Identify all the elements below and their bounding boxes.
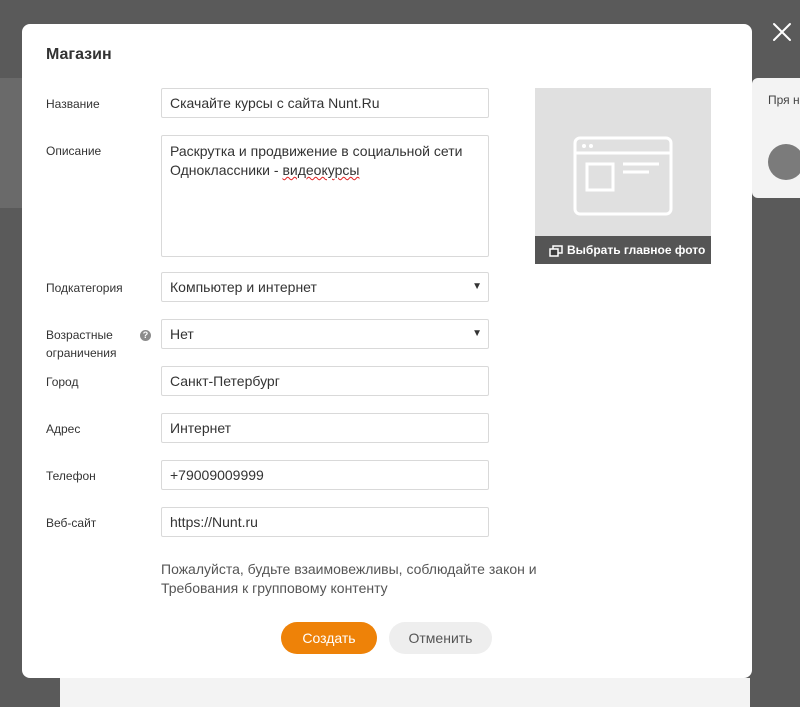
subcategory-value: Компьютер и интернет <box>170 279 317 295</box>
close-button[interactable] <box>770 20 794 44</box>
subcategory-label: Подкатегория <box>46 281 123 295</box>
background-card: Пря на са <box>752 78 800 198</box>
dropdown-arrow-icon: ▼ <box>472 328 482 339</box>
description-misspelled-word: видеокурсы <box>282 162 360 178</box>
age-label-line2: ограничения <box>46 346 117 360</box>
rules-notice-text: Пожалуйста, будьте взаимовежливы, соблюд… <box>161 561 537 577</box>
avatar <box>768 144 800 180</box>
description-textarea[interactable]: Раскрутка и продвижение в социальной сет… <box>161 135 489 257</box>
close-icon <box>773 23 791 41</box>
address-input[interactable]: Интернет <box>161 413 489 443</box>
name-input[interactable]: Скачайте курсы с сайта Nunt.Ru <box>161 88 489 118</box>
phone-input[interactable]: +79009009999 <box>161 460 489 490</box>
background-strip <box>60 678 750 707</box>
city-input[interactable]: Санкт-Петербург <box>161 366 489 396</box>
content-rules-link[interactable]: Требования к групповому контенту <box>161 580 388 596</box>
website-input[interactable]: https://Nunt.ru <box>161 507 489 537</box>
description-label: Описание <box>46 144 102 158</box>
shop-modal: Магазин Название Скачайте курсы с сайта … <box>22 24 752 678</box>
main-photo-area[interactable]: Выбрать главное фото <box>535 88 711 264</box>
age-label: Возрастные ограничения <box>46 326 116 362</box>
name-label: Название <box>46 97 100 111</box>
create-button[interactable]: Создать <box>281 622 377 654</box>
phone-label: Телефон <box>46 469 96 483</box>
choose-main-photo-label: Выбрать главное фото <box>567 243 706 257</box>
city-label: Город <box>46 375 79 389</box>
age-label-line1: Возрастные <box>46 328 113 342</box>
background-card-text: Пря на са <box>768 93 800 107</box>
cancel-button[interactable]: Отменить <box>389 622 492 654</box>
subcategory-select[interactable]: Компьютер и интернет ▼ <box>161 272 489 302</box>
dropdown-arrow-icon: ▼ <box>472 281 482 292</box>
help-icon[interactable]: ? <box>140 330 151 341</box>
age-select[interactable]: Нет ▼ <box>161 319 489 349</box>
address-label: Адрес <box>46 422 81 436</box>
modal-title: Магазин <box>46 46 112 63</box>
image-placeholder-icon <box>573 136 673 216</box>
website-label: Веб-сайт <box>46 516 97 530</box>
choose-main-photo-button[interactable]: Выбрать главное фото <box>535 236 711 264</box>
background-panel <box>0 78 22 208</box>
photo-icon <box>549 245 563 257</box>
age-value: Нет <box>170 326 194 342</box>
rules-notice: Пожалуйста, будьте взаимовежливы, соблюд… <box>161 560 561 598</box>
